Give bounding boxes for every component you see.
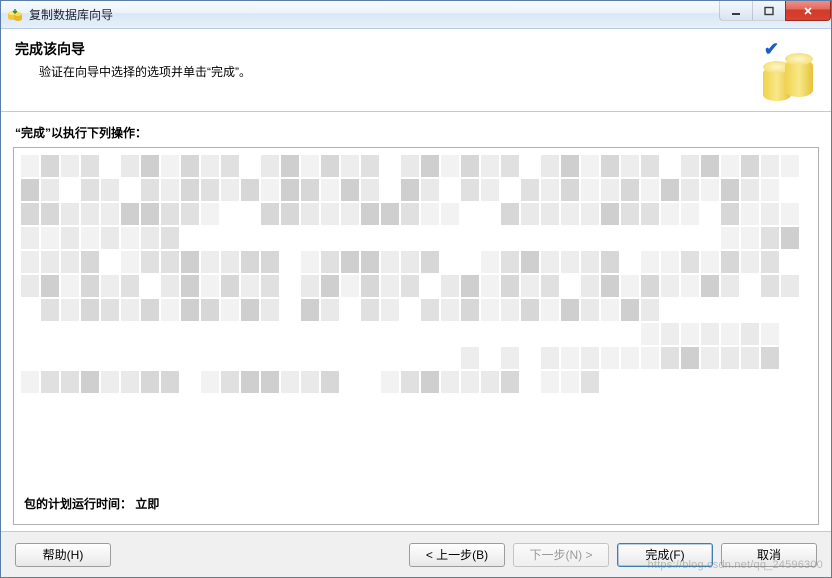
back-button[interactable]: < 上一步(B) [409, 543, 505, 567]
wizard-header-text: 完成该向导 验证在向导中选择的选项并单击“完成”。 [15, 39, 745, 99]
page-title: 完成该向导 [15, 39, 745, 59]
content-area: “完成”以执行下列操作： // placeholder; real blocks… [1, 112, 831, 531]
window-title: 复制数据库向导 [29, 6, 827, 23]
maximize-button[interactable] [752, 1, 786, 21]
next-button: 下一步(N) > [513, 543, 609, 567]
wizard-header-graphic: ✔ [745, 39, 817, 99]
redacted-summary: // placeholder; real blocks injected bel… [14, 148, 818, 468]
instruction-text: “完成”以执行下列操作： [13, 122, 819, 147]
app-icon [7, 7, 23, 23]
schedule-line: 包的计划运行时间： 立即 [24, 495, 159, 512]
title-bar[interactable]: 复制数据库向导 [1, 1, 831, 29]
wizard-header: 完成该向导 验证在向导中选择的选项并单击“完成”。 ✔ [1, 29, 831, 112]
finish-button[interactable]: 完成(F) [617, 543, 713, 567]
database-icon [761, 53, 817, 101]
button-bar: 帮助(H) < 上一步(B) 下一步(N) > 完成(F) 取消 [1, 531, 831, 577]
cancel-button[interactable]: 取消 [721, 543, 817, 567]
window-controls [720, 1, 831, 21]
minimize-button[interactable] [719, 1, 753, 21]
help-button[interactable]: 帮助(H) [15, 543, 111, 567]
wizard-window: 复制数据库向导 完成该向导 验证在向导中选择的选项并单击“完成”。 ✔ [0, 0, 832, 578]
page-subtitle: 验证在向导中选择的选项并单击“完成”。 [15, 63, 745, 80]
summary-box: // placeholder; real blocks injected bel… [13, 147, 819, 525]
close-button[interactable] [785, 1, 831, 21]
